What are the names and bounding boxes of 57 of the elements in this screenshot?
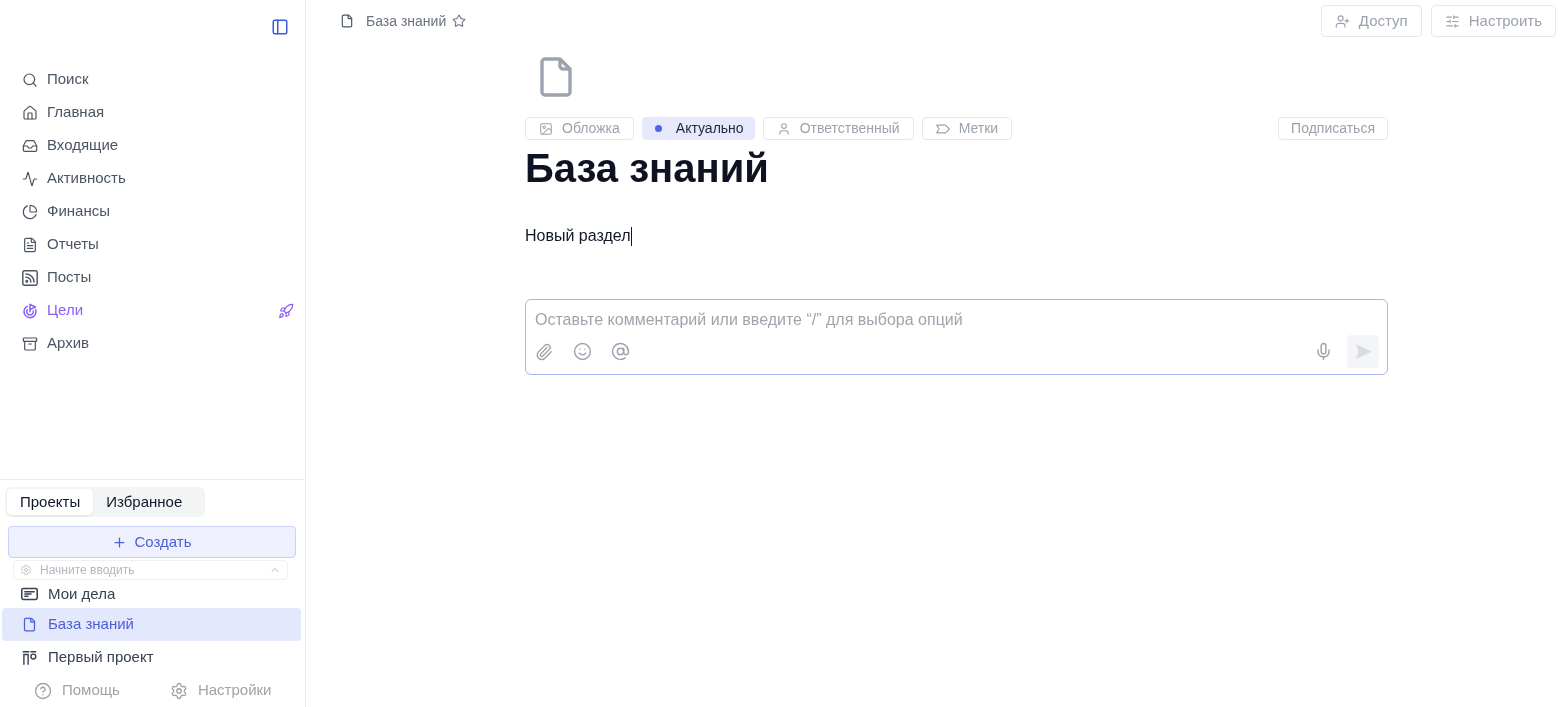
mention-button[interactable] <box>610 341 630 362</box>
comment-box[interactable]: Оставьте комментарий или введите “/” для выбора опций <box>525 299 1388 375</box>
sidebar-toggle-button[interactable] <box>271 18 289 36</box>
create-button[interactable]: Создать <box>8 526 296 558</box>
gear-icon <box>20 564 32 576</box>
project-item[interactable]: Мои дела <box>2 580 301 608</box>
house-icon <box>22 104 38 121</box>
sidebar-toggle-icon <box>271 18 289 36</box>
project-item[interactable]: База знаний <box>2 608 301 641</box>
plus-icon <box>112 534 128 550</box>
nav-item[interactable]: Архив <box>0 327 305 360</box>
file-icon <box>22 617 37 632</box>
image-icon <box>539 121 553 136</box>
nav-item[interactable]: Посты <box>0 261 305 294</box>
nav-item[interactable]: Поиск <box>0 63 305 96</box>
nav-item[interactable]: Цели <box>0 294 305 327</box>
page-title: База знаний <box>525 145 770 192</box>
kanban-icon <box>21 650 38 665</box>
target-icon <box>22 302 38 319</box>
search-box[interactable]: Начните вводить <box>13 560 288 580</box>
pie-chart-icon <box>22 203 38 220</box>
rss-icon <box>22 269 38 286</box>
search-input[interactable]: Начните вводить <box>40 561 261 579</box>
document-icon <box>540 57 572 97</box>
attach-button[interactable] <box>534 341 554 362</box>
settings-icon <box>169 681 188 700</box>
tab[interactable]: Избранное <box>93 489 196 515</box>
project-item[interactable]: Первый проект <box>2 641 301 674</box>
body-text: Новый раздел <box>525 226 631 246</box>
at-sign-icon <box>610 342 630 361</box>
tab[interactable]: Проекты <box>7 489 94 515</box>
inbox-icon <box>22 137 38 154</box>
send-button[interactable] <box>1347 335 1379 368</box>
paperclip-icon <box>535 342 553 361</box>
comment-input[interactable]: Оставьте комментарий или введите “/” для выбора опций <box>534 309 1379 331</box>
nav-item[interactable]: Финансы <box>0 195 305 228</box>
search-icon <box>22 71 38 88</box>
nav-item[interactable]: Входящие <box>0 129 305 162</box>
archive-icon <box>22 335 38 352</box>
nav-item[interactable]: Активность <box>0 162 305 195</box>
nav-item[interactable]: Главная <box>0 96 305 129</box>
smile-icon <box>572 342 592 361</box>
rocket-icon <box>278 302 294 319</box>
send-icon <box>1354 344 1372 359</box>
user-plus-icon <box>1334 13 1350 29</box>
list-icon <box>21 587 38 601</box>
nav-item[interactable]: Отчеты <box>0 228 305 261</box>
emoji-button[interactable] <box>572 341 592 362</box>
pulse-icon <box>22 170 38 187</box>
help-icon <box>34 681 52 700</box>
breadcrumb[interactable]: База знаний <box>366 10 447 32</box>
sliders-icon <box>1444 13 1460 29</box>
status-chip[interactable]: Актуально <box>641 117 755 140</box>
user-icon <box>776 121 791 136</box>
file-icon <box>340 14 354 28</box>
document-icon <box>22 236 38 253</box>
star-icon[interactable] <box>452 14 467 28</box>
